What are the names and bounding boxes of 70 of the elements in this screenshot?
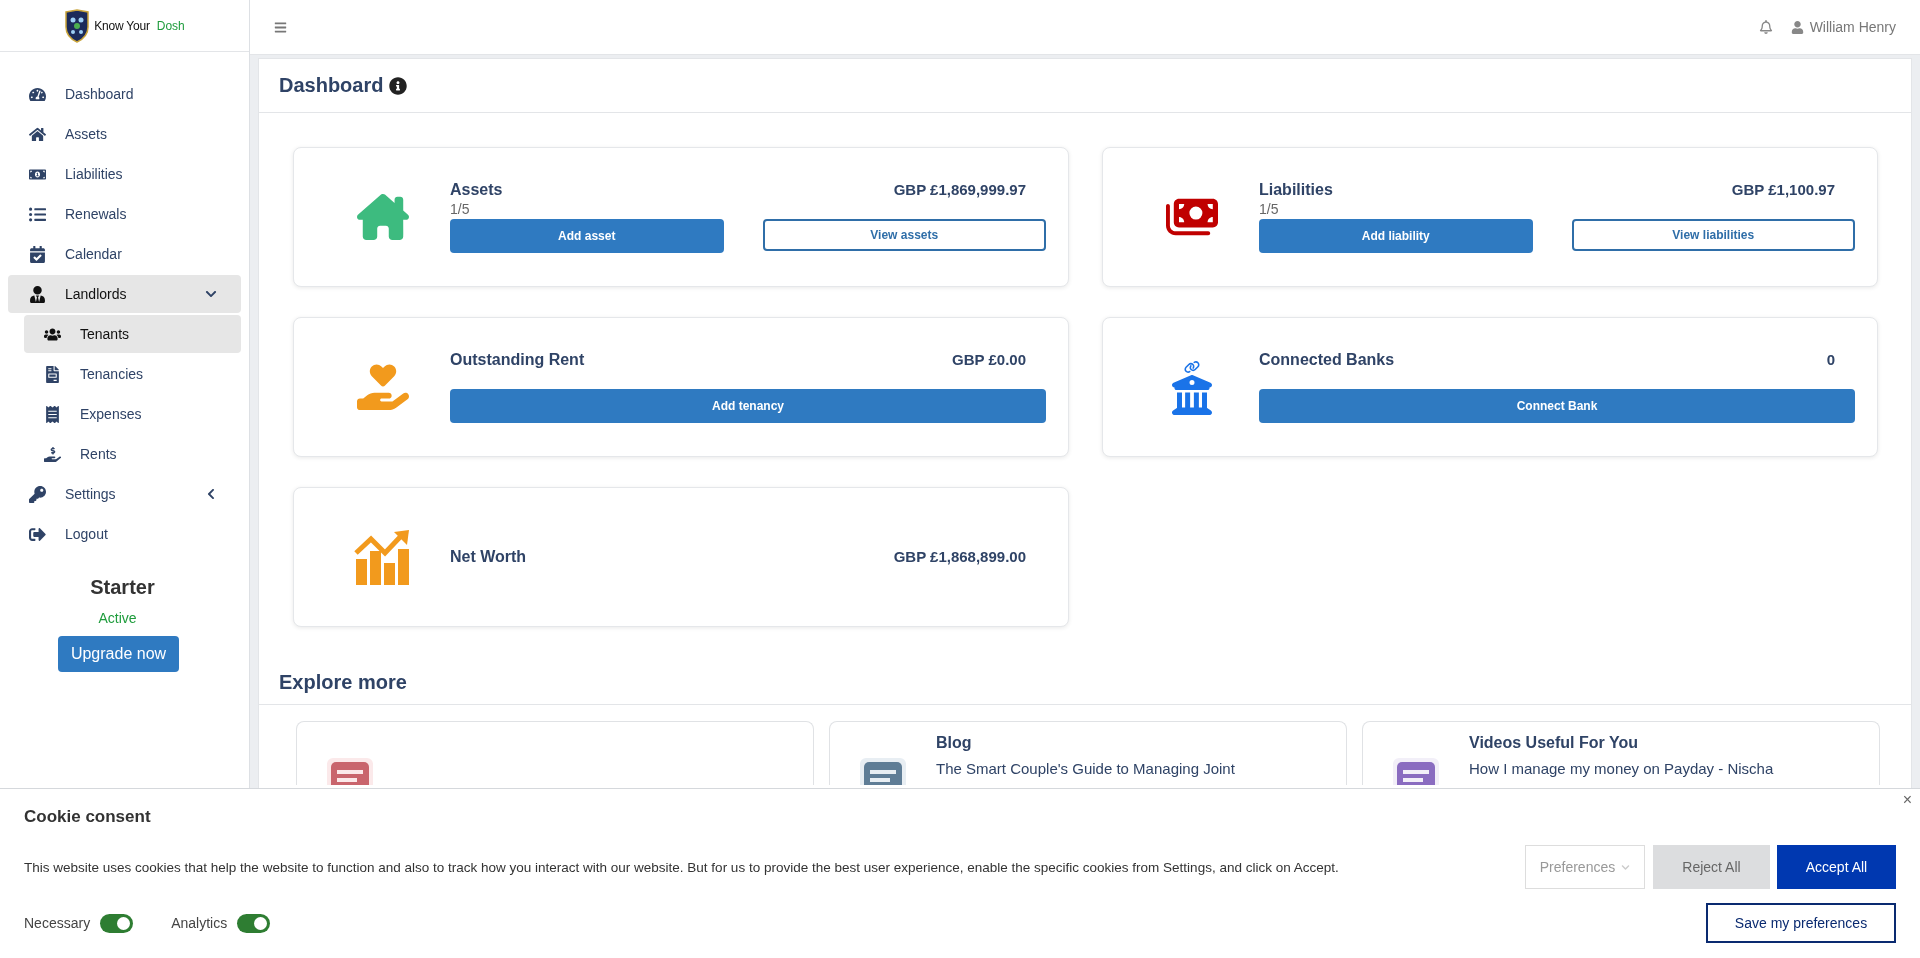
card-title: Connected Banks [1259,351,1395,369]
brand-accent: Dosh [156,18,185,33]
card-title: Outstanding Rent [450,351,585,369]
sidebar-item[interactable]: Calendar [8,235,241,273]
bank-link-icon [1172,359,1212,415]
house-icon [357,191,409,243]
reject-button[interactable]: Reject All [1653,845,1770,889]
toggle-label: Necessary [24,915,91,931]
section-title: Explore more [279,670,407,694]
sidebar-item[interactable]: Dashboard [8,75,241,113]
explore-title: Videos Useful For You [1469,734,1639,752]
add-button[interactable]: Add liability [1259,219,1533,253]
sidebar-subitem[interactable]: Rents [24,435,241,473]
add-button[interactable]: Add asset [450,219,724,253]
sidebar-subitem[interactable]: Expenses [24,395,241,433]
cookie-text: This website uses cookies that help the website to function and also to track how you interact with our website. But for us to provide the best user experience, enable the specific cookies from Settings, and click on Accept. [24,859,1340,875]
action-button[interactable]: Connect Bank [1259,389,1855,423]
sidebar-item[interactable]: Logout [8,515,241,553]
close-button[interactable]: × [1902,791,1912,809]
page-title: Dashboard [279,74,384,97]
gauge-icon [27,85,47,103]
toggle-switch[interactable] [237,913,271,933]
brand-name: Know Your [94,18,150,33]
plan-status: Active [98,610,137,626]
action-button[interactable]: Add tenancy [450,389,1046,423]
card-amount: 0 [1826,351,1835,368]
menu-icon[interactable] [274,20,287,34]
chart-icon [354,529,412,585]
caret-icon [1621,862,1631,872]
card-count: 1/5 [450,201,471,217]
shield-logo-icon [64,8,91,43]
card-amount: GBP £0.00 [952,351,1026,368]
user-name[interactable]: William Henry [1809,19,1896,35]
explore-subtitle: The Smart Couple's Guide to Managing Joint [936,760,1235,777]
logout-icon [27,525,47,543]
view-button[interactable]: View assets [762,219,1046,251]
info-icon[interactable] [389,76,408,95]
plan-name: Starter [90,576,155,599]
sidebar-subitem[interactable]: Tenants [24,315,241,353]
upgrade-button[interactable]: Upgrade now [57,636,180,672]
sidebar-item[interactable]: Liabilities [8,155,241,193]
card-amount: GBP £1,100.97 [1731,181,1835,198]
sidebar-item[interactable]: Settings [8,475,241,513]
sidebar-subitem[interactable]: Tenancies [24,355,241,393]
bell-icon[interactable] [1758,20,1773,34]
user-icon [1790,20,1804,34]
sidebar-item[interactable]: Renewals [8,195,241,233]
view-button[interactable]: View liabilities [1571,219,1855,251]
list-icon [27,205,47,223]
cookie-title: Cookie consent [24,807,152,827]
accept-button[interactable]: Accept All [1777,845,1896,889]
sidebar-item[interactable]: Assets [8,115,241,153]
explore-title: Blog [936,734,973,752]
card-amount: GBP £1,868,899.00 [893,548,1026,565]
hand-dollar-icon [42,445,62,463]
key-icon [27,485,47,503]
card-title: Assets [450,181,503,199]
card-count: 1/5 [1259,201,1280,217]
card-title: Net Worth [450,548,527,566]
explore-subtitle: How I manage my money on Payday - Nischa [1469,760,1774,777]
sidebar-item[interactable]: Landlords [8,275,241,313]
card-amount: GBP £1,869,999.97 [893,181,1026,198]
save-preferences-button[interactable]: Save my preferences [1706,903,1896,943]
house-icon [27,125,47,143]
card-title: Liabilities [1259,181,1333,199]
toggle-label: Analytics [171,915,228,931]
toggle-switch[interactable] [100,913,134,933]
calendar-icon [27,245,47,263]
person-icon [27,285,47,303]
hand-heart-icon [357,361,409,413]
